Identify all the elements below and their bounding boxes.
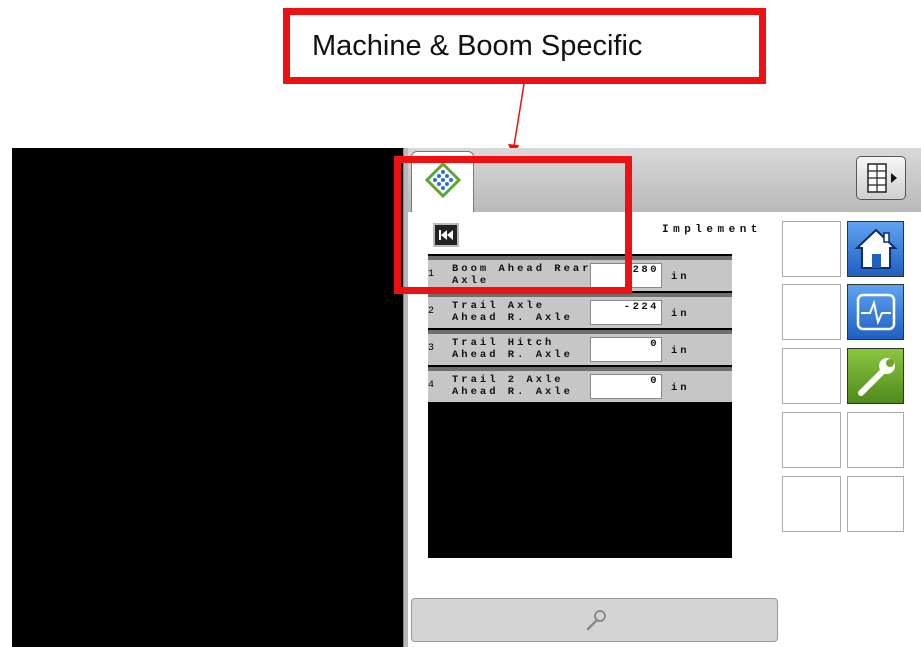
wrench-icon xyxy=(586,610,606,631)
implement-title: Implement xyxy=(662,224,762,236)
home-button[interactable] xyxy=(847,221,904,277)
callout-text: Machine & Boom Specific xyxy=(312,29,643,62)
empty-slot xyxy=(782,348,841,404)
row-number: 3 xyxy=(428,343,435,354)
list-item[interactable]: 4 Trail 2 Axle Ahead R. Axle 0 in xyxy=(428,367,732,402)
row-label: Trail Axle Ahead R. Axle xyxy=(452,300,573,324)
empty-slot xyxy=(782,476,841,532)
implement-settings-list: 1 Boom Ahead Rear Axle 280 in 2 Trail Ax… xyxy=(428,254,732,558)
wrench-settings-icon xyxy=(857,358,895,396)
unit-label: in xyxy=(671,308,690,320)
row-label: Trail Hitch Ahead R. Axle xyxy=(452,337,573,361)
grid-menu-icon xyxy=(867,163,897,193)
unit-label: in xyxy=(671,345,690,357)
row-label: Trail 2 Axle Ahead R. Axle xyxy=(452,374,573,398)
empty-slot xyxy=(782,284,841,340)
empty-slot xyxy=(847,476,904,532)
highlight-box xyxy=(394,156,632,294)
row-number: 4 xyxy=(428,380,435,391)
diagnostics-icon xyxy=(856,293,895,331)
row-number: 2 xyxy=(428,306,435,317)
value-input[interactable]: 0 xyxy=(590,374,662,399)
tool-button[interactable] xyxy=(411,598,778,642)
unit-label: in xyxy=(671,271,690,283)
home-icon xyxy=(853,228,898,269)
empty-slot xyxy=(847,412,904,468)
diagnostics-button[interactable] xyxy=(847,284,904,340)
grid-menu-button[interactable] xyxy=(856,156,906,200)
value-input[interactable]: 0 xyxy=(590,337,662,362)
list-item[interactable]: 3 Trail Hitch Ahead R. Axle 0 in xyxy=(428,330,732,365)
map-view-pane xyxy=(12,148,403,647)
settings-wrench-button[interactable] xyxy=(847,348,904,404)
callout-box: Machine & Boom Specific xyxy=(283,8,766,84)
empty-slot xyxy=(782,412,841,468)
value-input[interactable]: -224 xyxy=(590,300,662,325)
list-item[interactable]: 2 Trail Axle Ahead R. Axle -224 in xyxy=(428,293,732,328)
empty-slot xyxy=(782,221,841,277)
unit-label: in xyxy=(671,382,690,394)
